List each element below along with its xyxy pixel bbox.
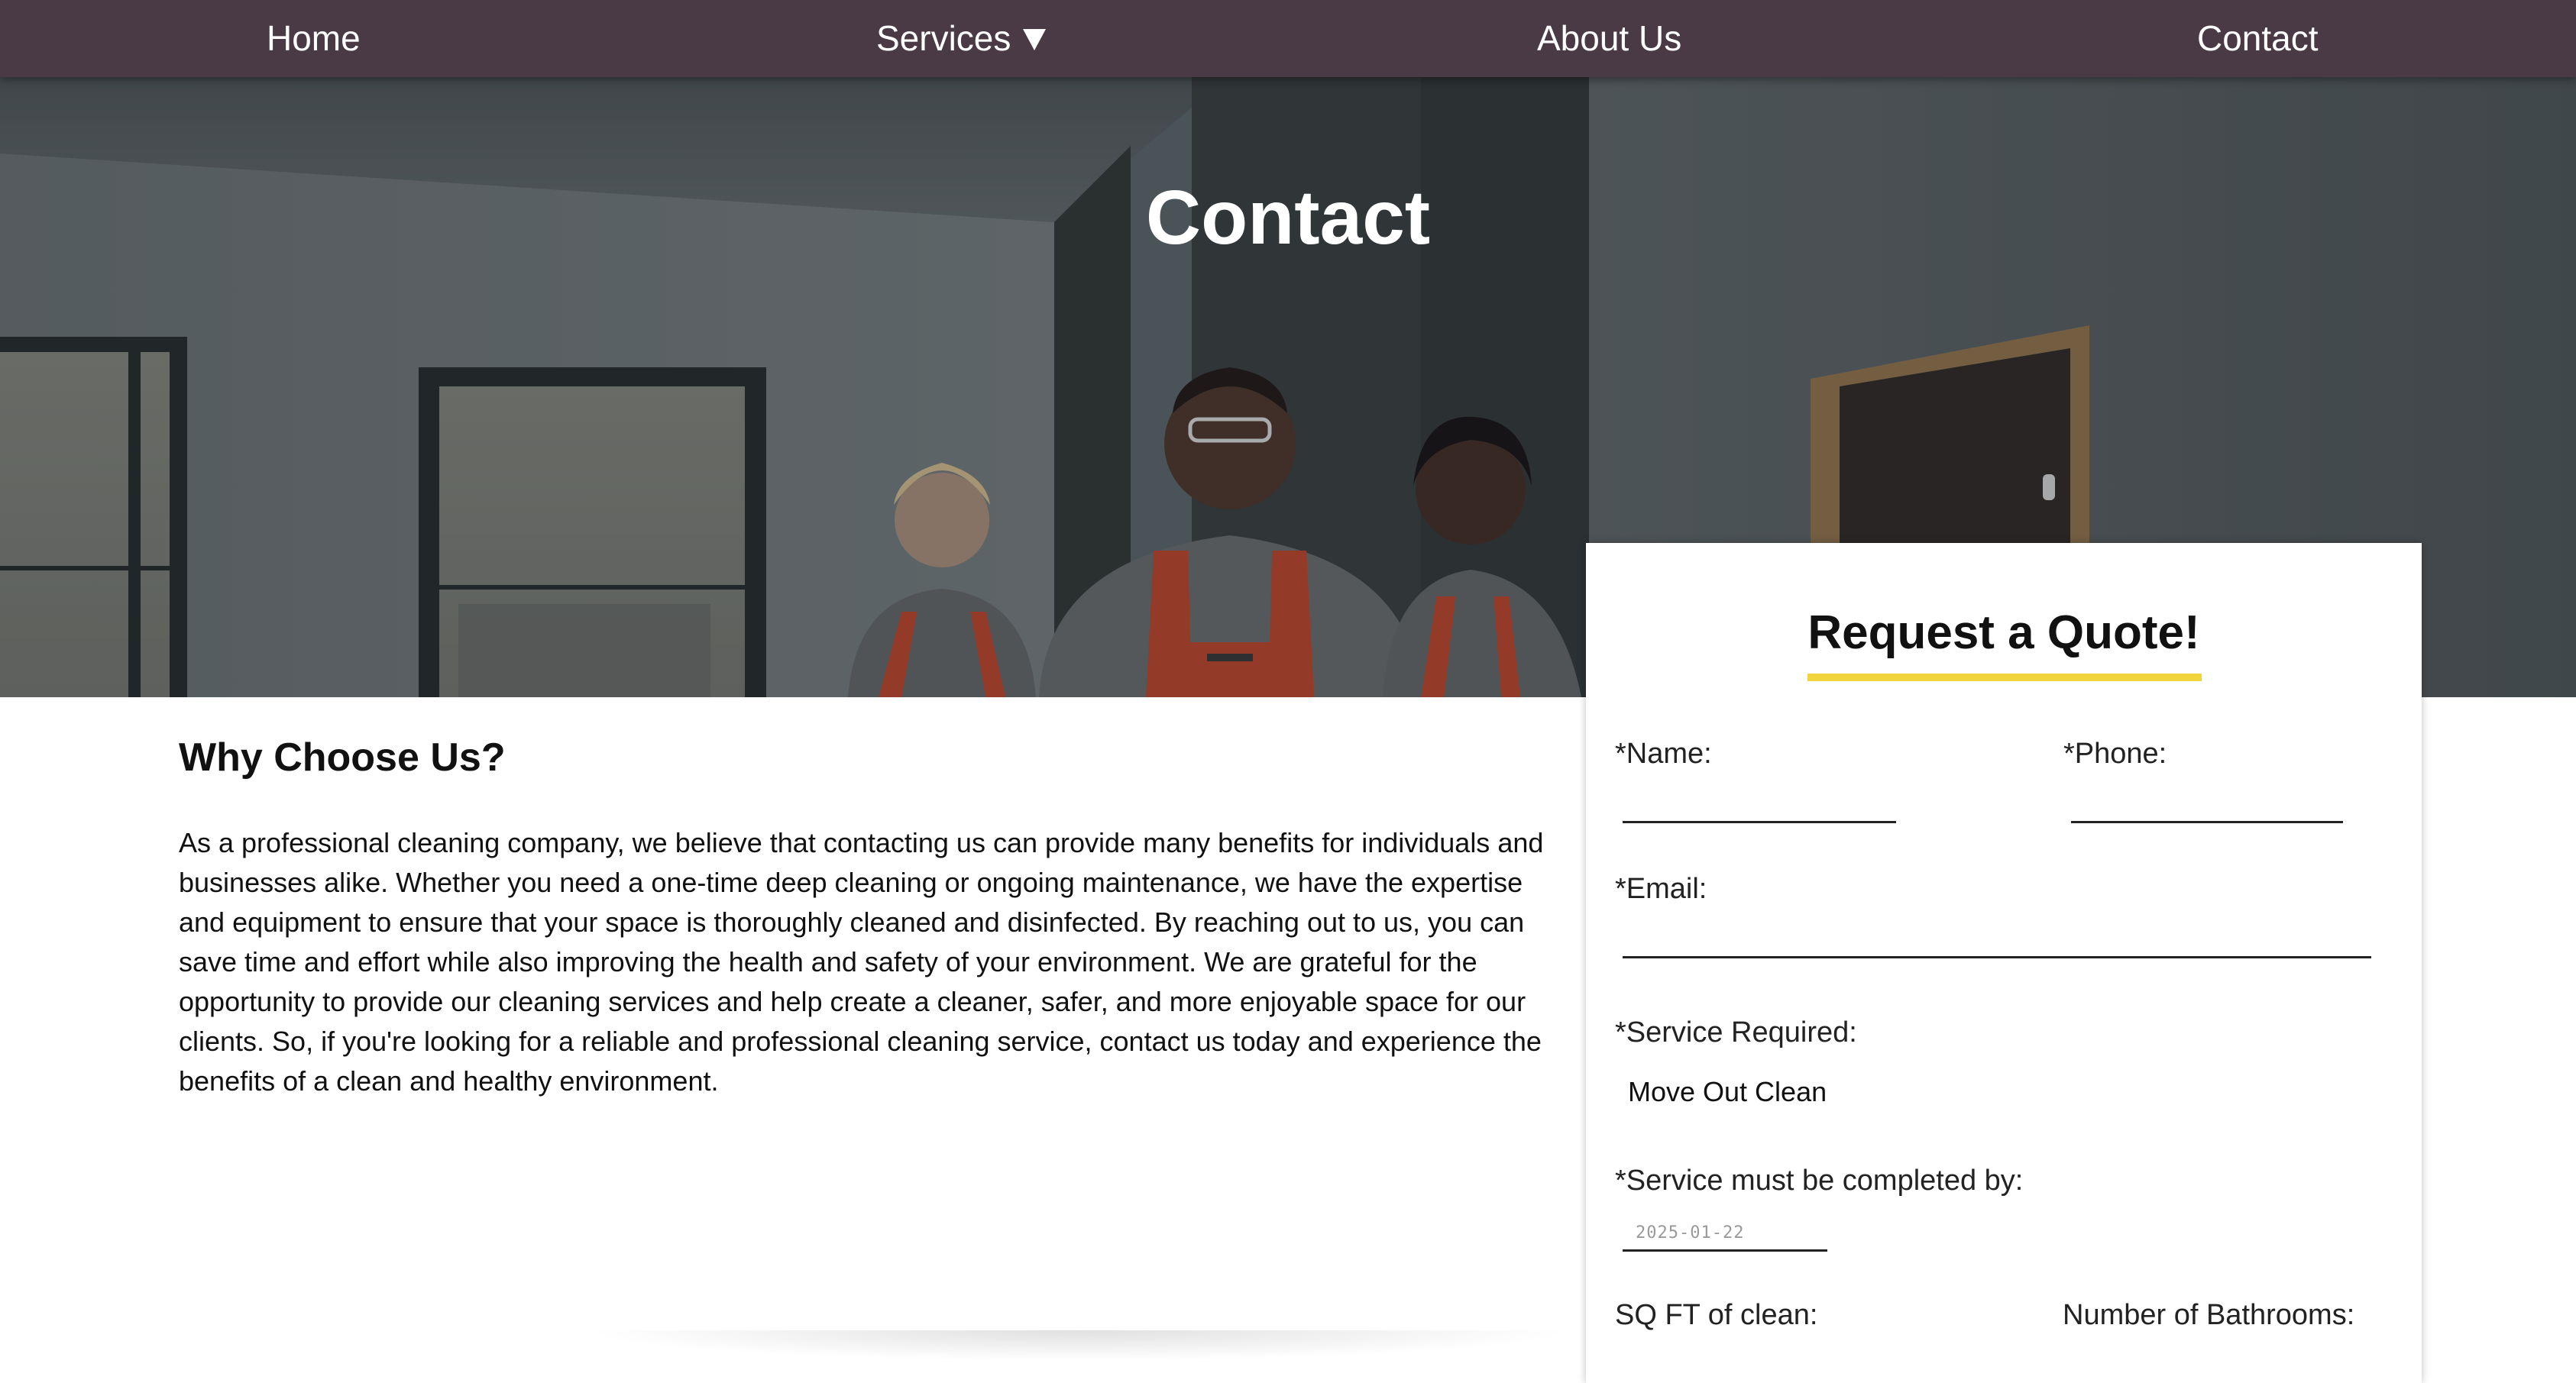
nav-home-link[interactable]: Home bbox=[267, 0, 361, 77]
why-choose-us-text: As a professional cleaning company, we b… bbox=[179, 827, 1544, 1097]
why-choose-us-heading: Why Choose Us? bbox=[179, 735, 506, 780]
phone-input[interactable] bbox=[2071, 821, 2343, 823]
email-input[interactable] bbox=[1623, 956, 2371, 958]
sqft-label: SQ FT of clean: bbox=[1615, 1299, 1818, 1331]
phone-label: *Phone: bbox=[2063, 738, 2167, 770]
completion-date-input[interactable]: 2025-01-22 bbox=[1636, 1223, 1744, 1242]
bathrooms-label: Number of Bathrooms: bbox=[2063, 1299, 2355, 1331]
service-select[interactable]: Move Out Clean bbox=[1628, 1076, 1827, 1108]
quote-form-card: Request a Quote! *Name: *Phone: *Email: … bbox=[1586, 543, 2422, 1383]
completion-date-underline bbox=[1623, 1249, 1827, 1252]
caret-down-icon bbox=[1023, 29, 1047, 50]
completion-date-label: *Service must be completed by: bbox=[1615, 1165, 2024, 1197]
section-shadow bbox=[581, 1330, 1574, 1361]
top-nav: Home Services About Us Contact bbox=[0, 0, 2576, 77]
name-label: *Name: bbox=[1615, 738, 1712, 770]
nav-contact-link[interactable]: Contact bbox=[2197, 0, 2319, 77]
name-input[interactable] bbox=[1623, 821, 1896, 823]
nav-services-label: Services bbox=[876, 18, 1011, 58]
page-title: Contact bbox=[1145, 175, 1431, 260]
nav-services-dropdown[interactable]: Services bbox=[876, 0, 1047, 77]
quote-form-title: Request a Quote! bbox=[1807, 606, 2200, 659]
email-label: *Email: bbox=[1615, 873, 1707, 905]
nav-about-link[interactable]: About Us bbox=[1537, 0, 1681, 77]
title-underline bbox=[1807, 674, 2202, 681]
service-label: *Service Required: bbox=[1615, 1016, 1857, 1049]
